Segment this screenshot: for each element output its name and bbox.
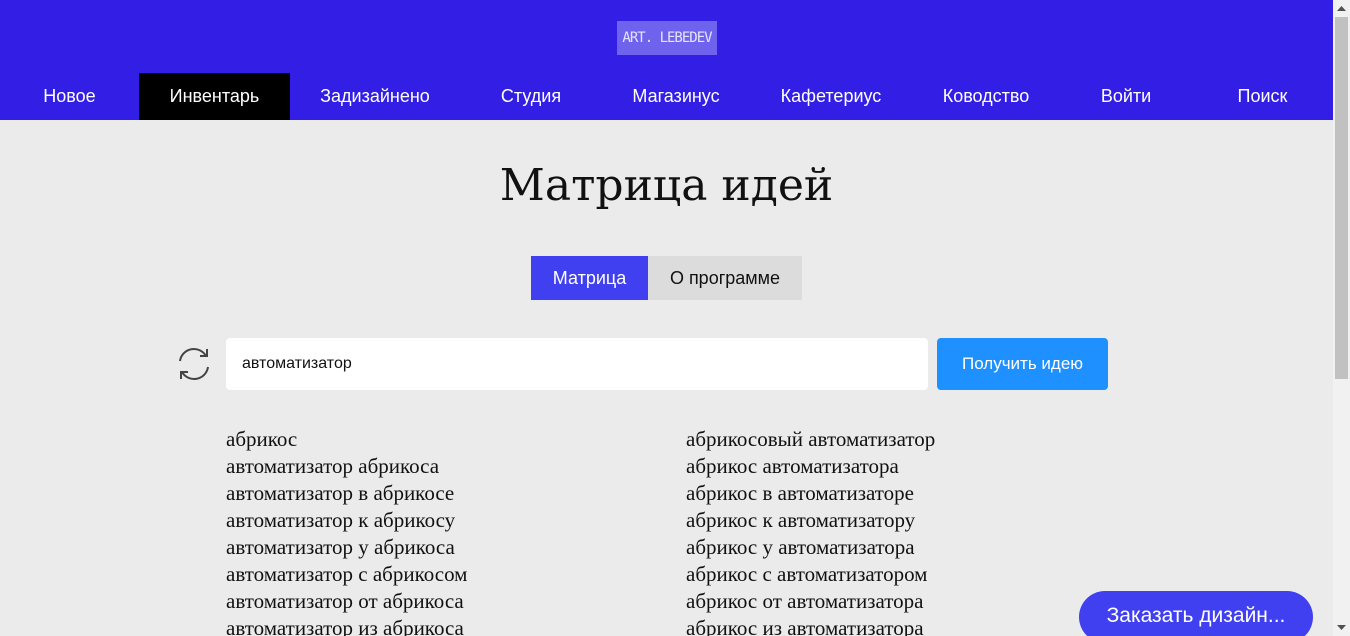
nav-item-guide[interactable]: Ководство [912, 73, 1060, 120]
nav-item-shop[interactable]: Магазинус [602, 73, 750, 120]
result-item: абрикос [226, 427, 298, 451]
scroll-thumb[interactable] [1335, 17, 1348, 379]
get-idea-button[interactable]: Получить идею [937, 338, 1108, 390]
result-item: автоматизатор у абрикоса [226, 535, 455, 559]
tab-about[interactable]: О программе [648, 256, 802, 300]
tab-matrix[interactable]: Матрица [531, 256, 648, 300]
result-item: автоматизатор из абрикоса [226, 616, 464, 636]
result-item: абрикос из автоматизатора [686, 616, 924, 636]
nav-item-search[interactable]: Поиск [1192, 73, 1333, 120]
result-item: абрикос с автоматизатором [686, 562, 928, 586]
result-item: автоматизатор с абрикосом [226, 562, 468, 586]
page-title: Матрица идей [499, 160, 834, 211]
results-left-column: абрикос автоматизатор абрикоса автоматиз… [226, 426, 467, 636]
result-item: автоматизатор в абрикосе [226, 481, 455, 505]
page: ART. LEBEDEV Новое Инвентарь Задизайнено… [0, 0, 1333, 636]
main-nav: Новое Инвентарь Задизайнено Студия Магаз… [0, 73, 1333, 120]
scroll-down-icon[interactable] [1333, 619, 1350, 636]
nav-item-new[interactable]: Новое [0, 73, 139, 120]
result-item: автоматизатор абрикоса [226, 454, 440, 478]
tab-bar: Матрица О программе [531, 256, 802, 300]
nav-item-cafeteria[interactable]: Кафетериус [750, 73, 912, 120]
order-design-button[interactable]: Заказать дизайн... [1079, 591, 1313, 636]
refresh-icon[interactable] [174, 344, 214, 384]
nav-item-designed[interactable]: Задизайнено [290, 73, 460, 120]
results-right-column: абрикосовый автоматизатор абрикос автома… [686, 426, 935, 636]
result-item: автоматизатор к абрикосу [226, 508, 456, 532]
result-item: абрикосовый автоматизатор [686, 427, 936, 451]
logo[interactable]: ART. LEBEDEV [617, 21, 717, 55]
scroll-up-icon[interactable] [1333, 0, 1350, 17]
nav-item-inventory[interactable]: Инвентарь [139, 73, 290, 120]
result-item: абрикос у автоматизатора [686, 535, 915, 559]
nav-item-studio[interactable]: Студия [460, 73, 602, 120]
vertical-scrollbar[interactable] [1333, 0, 1350, 636]
result-item: абрикос к автоматизатору [686, 508, 916, 532]
result-item: абрикос автоматизатора [686, 454, 899, 478]
result-item: автоматизатор от абрикоса [226, 589, 464, 613]
result-item: абрикос от автоматизатора [686, 589, 924, 613]
result-item: абрикос в автоматизаторе [686, 481, 914, 505]
refresh-icon-graphic [179, 347, 209, 381]
nav-item-login[interactable]: Войти [1060, 73, 1192, 120]
header: ART. LEBEDEV Новое Инвентарь Задизайнено… [0, 0, 1333, 120]
idea-search-input[interactable] [226, 338, 928, 390]
